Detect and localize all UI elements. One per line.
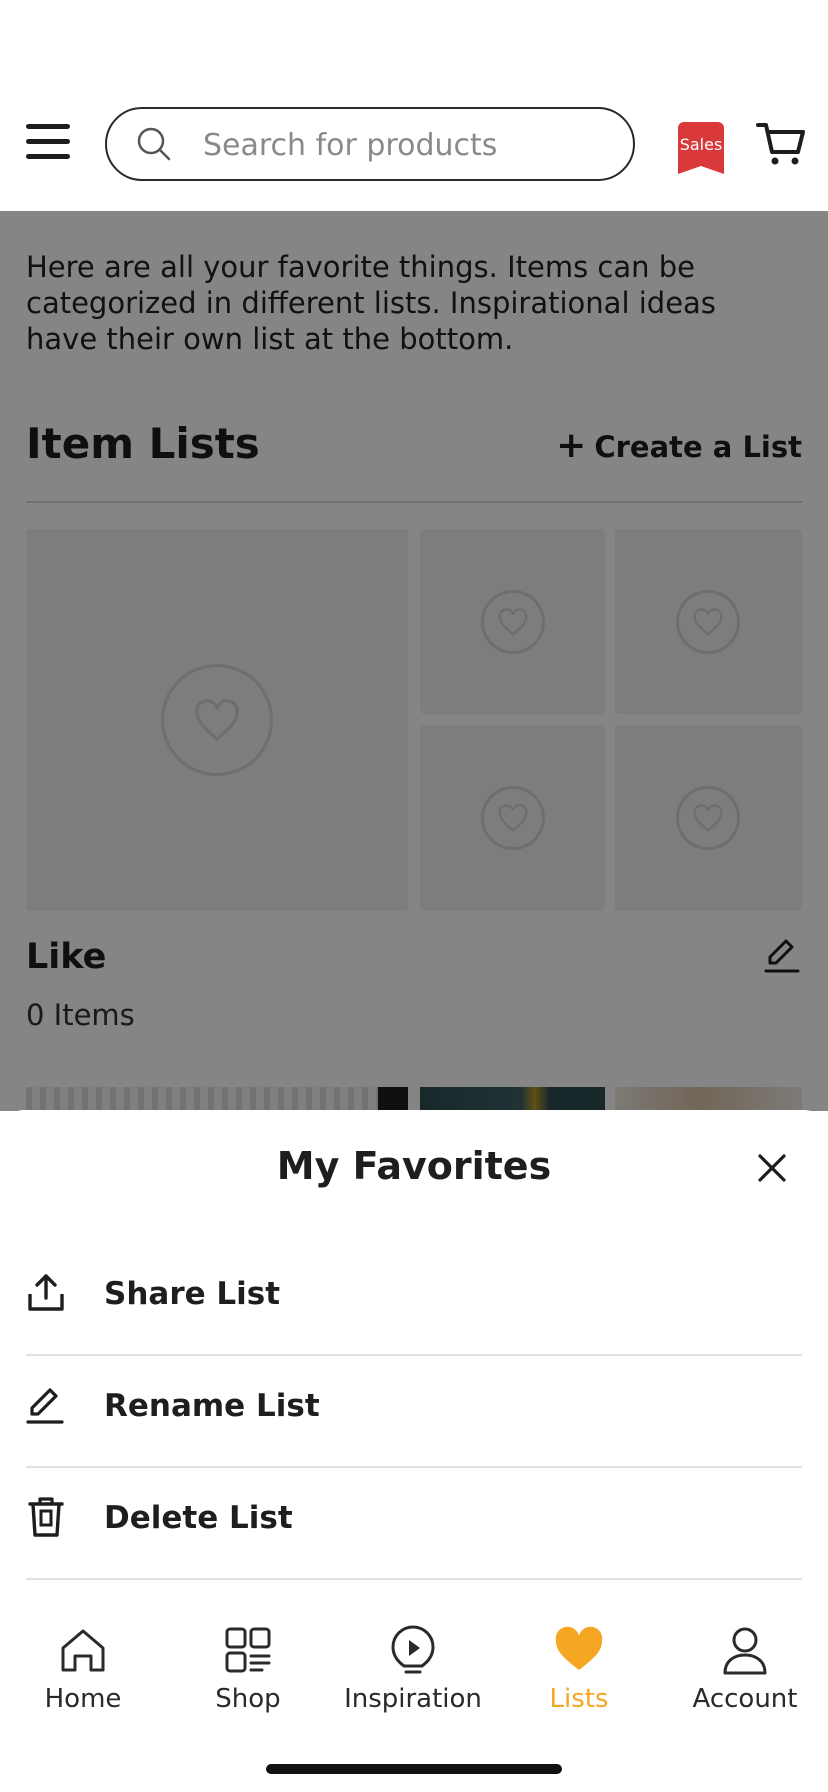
menu-icon-bar	[26, 124, 70, 129]
tab-home[interactable]: Home	[8, 1624, 158, 1724]
bottom-tab-bar: Home Shop Inspiration Lists Account	[0, 1604, 828, 1792]
menu-icon-bar	[26, 139, 70, 144]
home-icon	[61, 1629, 105, 1672]
delete-list-action[interactable]: Delete List	[26, 1468, 802, 1580]
share-list-action[interactable]: Share List	[26, 1244, 802, 1356]
heart-icon	[555, 1626, 603, 1670]
tab-inspiration[interactable]: Inspiration	[338, 1624, 488, 1724]
home-indicator	[266, 1764, 562, 1774]
tab-shop-label: Shop	[215, 1684, 281, 1714]
search-icon	[137, 127, 171, 161]
tab-shop[interactable]: Shop	[173, 1624, 323, 1724]
modal-backdrop[interactable]	[0, 211, 828, 1111]
menu-icon-bar	[26, 154, 70, 159]
share-icon	[28, 1274, 64, 1311]
grid-icon	[225, 1627, 271, 1673]
delete-list-label: Delete List	[104, 1500, 293, 1536]
cart-icon[interactable]	[756, 120, 806, 168]
trash-icon	[28, 1497, 64, 1537]
tab-inspiration-label: Inspiration	[344, 1684, 482, 1714]
tab-home-label: Home	[44, 1684, 122, 1714]
tab-account[interactable]: Account	[670, 1624, 820, 1724]
sales-badge[interactable]: Sales	[678, 122, 724, 174]
menu-button[interactable]	[26, 124, 70, 164]
tab-lists-label: Lists	[549, 1684, 609, 1714]
top-header: Sales	[0, 90, 828, 211]
search-box[interactable]	[105, 107, 635, 181]
share-list-label: Share List	[104, 1276, 281, 1312]
search-input[interactable]	[203, 123, 613, 167]
rename-list-action[interactable]: Rename List	[26, 1356, 802, 1468]
status-bar	[0, 0, 828, 90]
lightbulb-icon	[391, 1625, 435, 1674]
close-icon[interactable]	[750, 1146, 794, 1190]
pencil-icon	[26, 1388, 64, 1424]
tab-account-label: Account	[692, 1684, 798, 1714]
sheet-title: My Favorites	[276, 1144, 552, 1188]
rename-list-label: Rename List	[104, 1388, 320, 1424]
person-icon	[723, 1627, 767, 1675]
tab-lists[interactable]: Lists	[504, 1624, 654, 1724]
